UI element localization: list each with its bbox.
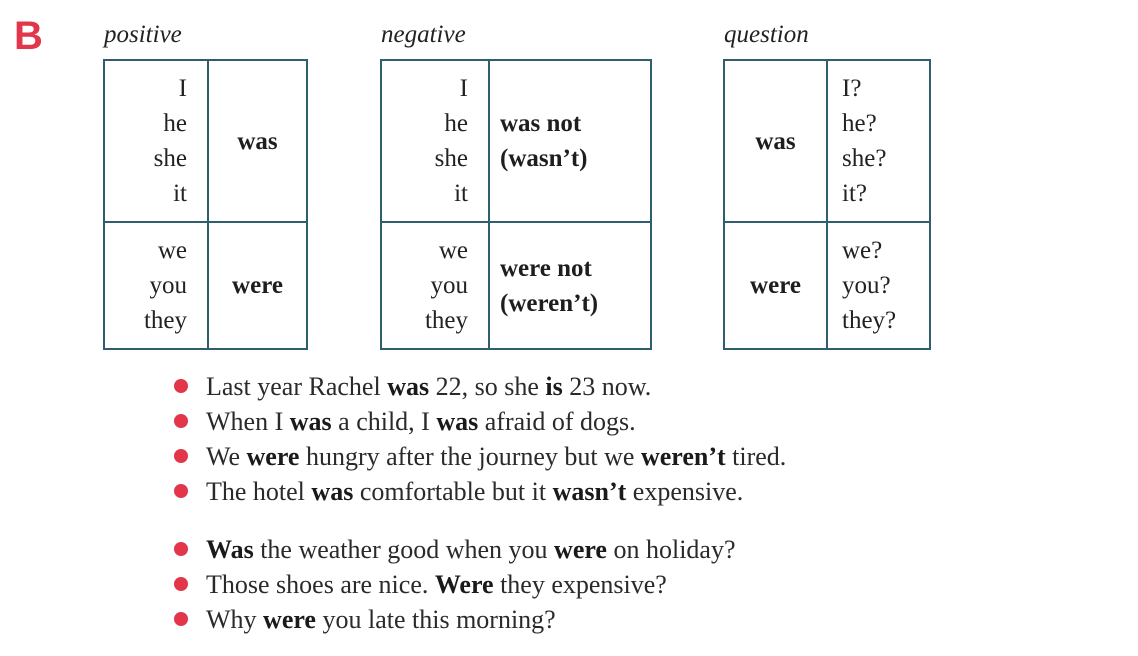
sentence-bold: were	[554, 535, 607, 564]
example-sentence: Those shoes are nice. Were they expensiv…	[172, 567, 736, 602]
pronoun: it?	[842, 180, 867, 207]
example-sentence: Was the weather good when you were on ho…	[172, 532, 736, 567]
pronoun: we	[157, 237, 187, 264]
pronoun: they	[424, 307, 468, 334]
sentence-text: afraid of dogs.	[478, 407, 636, 436]
sentence-bold: weren’t	[640, 442, 726, 471]
example-sentence: We were hungry after the journey but we …	[172, 439, 786, 474]
sentence-bold: wasn’t	[552, 477, 627, 506]
sentence-text: The hotel	[206, 477, 312, 506]
example-sentence: When I was a child, I was afraid of dogs…	[172, 404, 786, 439]
sentence-text: Why	[206, 605, 264, 634]
positive-plural-pronouns: we you they	[105, 223, 207, 348]
verb-were: were	[232, 272, 283, 299]
example-sentence: Last year Rachel was 22, so she is 23 no…	[172, 369, 786, 404]
examples-group-1: Last year Rachel was 22, so she is 23 no…	[172, 369, 786, 509]
bullet-dot	[174, 379, 188, 393]
pronoun: they?	[842, 307, 897, 334]
verb-were-not: were not	[500, 254, 592, 282]
positive-singular-pronouns: I he she it	[105, 61, 207, 221]
pronoun: he?	[842, 110, 877, 137]
sentence-text: they expensive?	[493, 570, 667, 599]
sentence-bold: was	[311, 477, 354, 506]
pronoun: she	[434, 145, 468, 172]
sentence-bold: is	[545, 372, 563, 401]
sentence-bold: was	[387, 372, 430, 401]
negative-singular-pronouns: I he she it	[382, 61, 488, 221]
pronoun: you	[149, 272, 188, 299]
bullet-dot	[174, 542, 188, 556]
negative-table: I he she it was not (wasn’t) we you they…	[380, 59, 652, 350]
positive-singular-verb-cell: was	[209, 61, 306, 221]
pronoun: you?	[842, 272, 891, 299]
section-letter: B	[14, 14, 43, 58]
sentence-text: 23 now.	[562, 372, 652, 401]
sentence-text: on holiday?	[606, 535, 736, 564]
verb-were: were	[750, 272, 801, 299]
question-heading: question	[724, 21, 809, 48]
example-sentence: Why were you late this morning?	[172, 602, 736, 637]
verb-werent: (weren’t)	[500, 289, 599, 317]
pronoun: I	[178, 75, 187, 102]
examples-group-2: Was the weather good when you were on ho…	[172, 532, 736, 637]
sentence-bold: were	[263, 605, 316, 634]
bullet-dot	[174, 484, 188, 498]
sentence-bold: Were	[434, 570, 494, 599]
negative-heading: negative	[381, 21, 466, 48]
sentence-text: comfortable but it	[353, 477, 553, 506]
question-singular-pronouns: I? he? she? it?	[828, 61, 929, 221]
sentence-text: you late this morning?	[315, 605, 556, 634]
sentence-bold: was	[436, 407, 479, 436]
pronoun: she?	[842, 145, 887, 172]
pronoun: she	[153, 145, 187, 172]
bullet-dot	[174, 414, 188, 428]
pronoun: we	[438, 237, 468, 264]
sentence-text: hungry after the journey but we	[299, 442, 641, 471]
pronoun: we?	[842, 237, 883, 264]
negative-plural-verb-cell: were not (weren’t)	[490, 223, 650, 348]
sentence-text: When I	[206, 407, 290, 436]
question-plural-verb-cell: were	[725, 223, 826, 348]
pronoun: I	[459, 75, 468, 102]
sentence-text: We	[206, 442, 247, 471]
verb-was: was	[237, 127, 278, 155]
question-plural-pronouns: we? you? they?	[828, 223, 929, 348]
bullet-dot	[174, 577, 188, 591]
sentence-text: a child, I	[331, 407, 437, 436]
pronoun: you	[430, 272, 469, 299]
sentence-text: tired.	[725, 442, 787, 471]
negative-singular-verb-cell: was not (wasn’t)	[490, 61, 650, 221]
positive-table: I he she it was we you they were	[103, 59, 308, 350]
verb-was-not: was not	[500, 110, 582, 137]
pronoun: he	[444, 110, 468, 137]
sentence-text: Those shoes are nice.	[206, 570, 435, 599]
pronoun: they	[143, 307, 187, 334]
negative-plural-pronouns: we you they	[382, 223, 488, 348]
example-sentence: The hotel was comfortable but it wasn’t …	[172, 474, 786, 509]
sentence-text: the weather good when you	[253, 535, 555, 564]
bullet-dot	[174, 612, 188, 626]
sentence-text: 22, so she	[429, 372, 546, 401]
positive-heading: positive	[104, 21, 182, 48]
positive-plural-verb-cell: were	[209, 223, 306, 348]
sentence-bold: was	[289, 407, 332, 436]
sentence-text: expensive.	[626, 477, 744, 506]
sentence-bold: Was	[206, 535, 254, 564]
sentence-text: Last year Rachel	[206, 372, 388, 401]
verb-was: was	[755, 127, 796, 155]
pronoun: it	[454, 180, 468, 207]
pronoun: I?	[842, 75, 862, 102]
question-singular-verb-cell: was	[725, 61, 826, 221]
pronoun: he	[163, 110, 187, 137]
sentence-bold: were	[246, 442, 300, 471]
question-table: was I? he? she? it? were we? you? they?	[723, 59, 931, 350]
bullet-dot	[174, 449, 188, 463]
verb-wasnt: (wasn’t)	[500, 145, 588, 172]
pronoun: it	[173, 180, 187, 207]
